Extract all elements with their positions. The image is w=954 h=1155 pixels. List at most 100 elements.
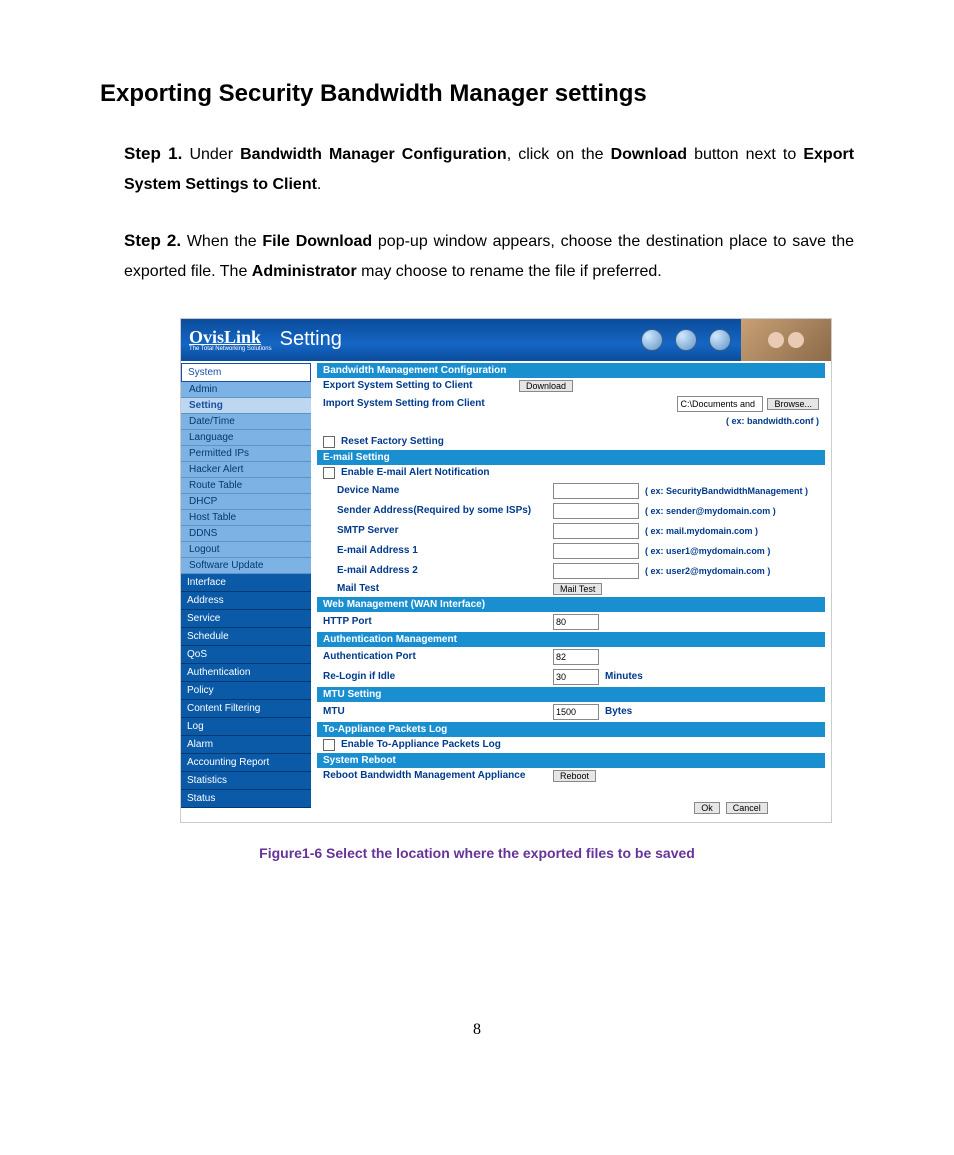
email1-label: E-mail Address 1 (337, 545, 547, 556)
import-label: Import System Setting from Client (323, 398, 513, 409)
export-label: Export System Setting to Client (323, 380, 513, 391)
step-1-bold-1: Bandwidth Manager Configuration (240, 146, 507, 163)
auth-port-label: Authentication Port (323, 651, 547, 662)
sender-address-label: Sender Address(Required by some ISPs) (337, 505, 547, 516)
mail-test-button[interactable]: Mail Test (553, 583, 602, 595)
reboot-label: Reboot Bandwidth Management Appliance (323, 770, 547, 781)
step-1-text-1: Under (189, 146, 240, 163)
enable-email-checkbox[interactable] (323, 467, 335, 479)
globe-icon (675, 329, 697, 351)
mtu-label: MTU (323, 706, 547, 717)
sidebar-item-admin[interactable]: Admin (181, 382, 311, 398)
banner-photo (741, 319, 831, 361)
reset-factory-checkbox[interactable] (323, 436, 335, 448)
step-2-text-1: When the (187, 233, 263, 250)
section-web-mgmt: Web Management (WAN Interface) (317, 597, 825, 612)
http-port-input[interactable]: 80 (553, 614, 599, 630)
sidebar-item-logout[interactable]: Logout (181, 542, 311, 558)
cancel-button[interactable]: Cancel (726, 802, 768, 814)
page-number: 8 (100, 1021, 854, 1039)
sidebar-section-qos[interactable]: QoS (181, 646, 311, 664)
enable-packets-checkbox[interactable] (323, 739, 335, 751)
step-2-label: Step 2. (124, 231, 181, 250)
import-hint: ( ex: bandwidth.conf ) (726, 416, 819, 426)
globe-icons (641, 329, 731, 351)
sidebar-section-statistics[interactable]: Statistics (181, 772, 311, 790)
enable-packets-label: Enable To-Appliance Packets Log (341, 739, 501, 750)
relogin-input[interactable]: 30 (553, 669, 599, 685)
main-panel: Bandwidth Management Configuration Expor… (311, 361, 831, 822)
sidebar: System Admin Setting Date/Time Language … (181, 361, 311, 822)
sidebar-item-datetime[interactable]: Date/Time (181, 414, 311, 430)
mtu-input[interactable]: 1500 (553, 704, 599, 720)
email2-label: E-mail Address 2 (337, 565, 547, 576)
sidebar-item-setting[interactable]: Setting (181, 398, 311, 414)
sidebar-section-schedule[interactable]: Schedule (181, 628, 311, 646)
sidebar-item-software-update[interactable]: Software Update (181, 558, 311, 574)
ok-button[interactable]: Ok (694, 802, 720, 814)
email2-input[interactable] (553, 563, 639, 579)
globe-icon (709, 329, 731, 351)
section-reboot: System Reboot (317, 753, 825, 768)
section-bw-config: Bandwidth Management Configuration (317, 363, 825, 378)
reset-factory-label: Reset Factory Setting (341, 436, 444, 447)
step-1: Step 1. Under Bandwidth Manager Configur… (124, 138, 854, 201)
download-button[interactable]: Download (519, 380, 573, 392)
import-path-input[interactable]: C:\Documents and (677, 396, 763, 412)
relogin-label: Re-Login if Idle (323, 671, 547, 682)
sender-address-input[interactable] (553, 503, 639, 519)
device-name-label: Device Name (337, 485, 547, 496)
sidebar-item-ddns[interactable]: DDNS (181, 526, 311, 542)
sidebar-section-alarm[interactable]: Alarm (181, 736, 311, 754)
step-2-text-3: may choose to rename the file if preferr… (357, 263, 662, 280)
email1-hint: ( ex: user1@mydomain.com ) (645, 546, 770, 556)
sidebar-section-authentication[interactable]: Authentication (181, 664, 311, 682)
minutes-label: Minutes (605, 671, 643, 682)
banner: OvisLink The Total Networking Solutions … (181, 319, 831, 361)
section-mtu: MTU Setting (317, 687, 825, 702)
step-1-label: Step 1. (124, 144, 182, 163)
globe-icon (641, 329, 663, 351)
logo-text: OvisLink (189, 328, 272, 346)
bytes-label: Bytes (605, 706, 632, 717)
email2-hint: ( ex: user2@mydomain.com ) (645, 566, 770, 576)
step-2: Step 2. When the File Download pop-up wi… (124, 225, 854, 288)
sender-address-hint: ( ex: sender@mydomain.com ) (645, 506, 776, 516)
figure-caption: Figure1-6 Select the location where the … (100, 845, 854, 861)
enable-email-label: Enable E-mail Alert Notification (341, 467, 490, 478)
sidebar-section-service[interactable]: Service (181, 610, 311, 628)
section-packets-log: To-Appliance Packets Log (317, 722, 825, 737)
sidebar-section-system[interactable]: System (181, 363, 311, 382)
step-1-text-3: button next to (687, 146, 803, 163)
device-name-input[interactable] (553, 483, 639, 499)
step-1-text-2: , click on the (507, 146, 611, 163)
smtp-server-label: SMTP Server (337, 525, 547, 536)
section-email: E-mail Setting (317, 450, 825, 465)
sidebar-section-policy[interactable]: Policy (181, 682, 311, 700)
mail-test-label: Mail Test (337, 583, 547, 594)
sidebar-section-address[interactable]: Address (181, 592, 311, 610)
page-title: Exporting Security Bandwidth Manager set… (100, 80, 854, 108)
step-2-bold-2: Administrator (252, 263, 357, 280)
smtp-server-input[interactable] (553, 523, 639, 539)
smtp-server-hint: ( ex: mail.mydomain.com ) (645, 526, 758, 536)
auth-port-input[interactable]: 82 (553, 649, 599, 665)
http-port-label: HTTP Port (323, 616, 547, 627)
sidebar-item-language[interactable]: Language (181, 430, 311, 446)
sidebar-item-host-table[interactable]: Host Table (181, 510, 311, 526)
sidebar-item-route-table[interactable]: Route Table (181, 478, 311, 494)
sidebar-section-log[interactable]: Log (181, 718, 311, 736)
email1-input[interactable] (553, 543, 639, 559)
browse-button[interactable]: Browse... (767, 398, 819, 410)
sidebar-item-hacker-alert[interactable]: Hacker Alert (181, 462, 311, 478)
sidebar-section-status[interactable]: Status (181, 790, 311, 808)
sidebar-section-content-filtering[interactable]: Content Filtering (181, 700, 311, 718)
reboot-button[interactable]: Reboot (553, 770, 596, 782)
sidebar-section-accounting-report[interactable]: Accounting Report (181, 754, 311, 772)
sidebar-item-dhcp[interactable]: DHCP (181, 494, 311, 510)
banner-title: Setting (280, 328, 342, 351)
logo: OvisLink The Total Networking Solutions (181, 328, 272, 352)
sidebar-section-interface[interactable]: Interface (181, 574, 311, 592)
step-1-bold-2: Download (611, 146, 687, 163)
sidebar-item-permitted-ips[interactable]: Permitted IPs (181, 446, 311, 462)
